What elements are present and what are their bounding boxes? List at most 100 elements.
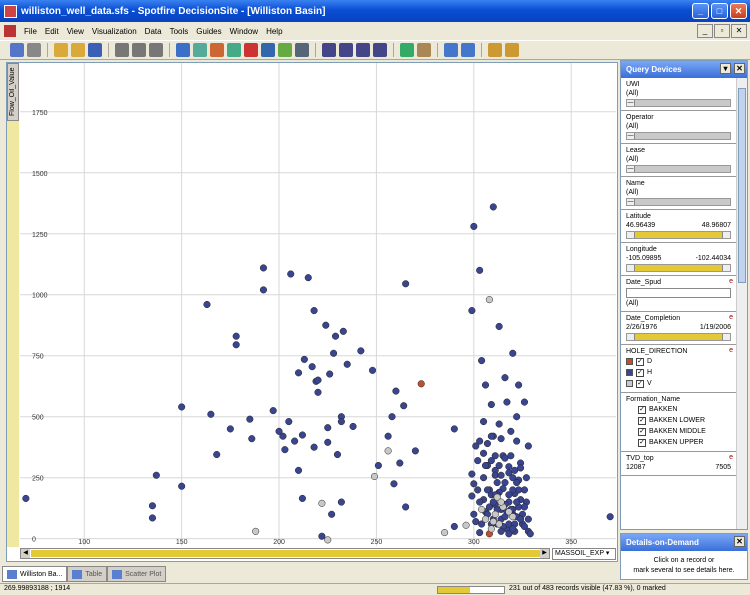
query-panel-scrollbar[interactable] xyxy=(736,78,747,529)
tab-williston-basin[interactable]: Williston Ba... xyxy=(2,566,68,582)
query-device-hole-direction[interactable]: HOLE_DIRECTION e ✓ D ✓ H ✓ V xyxy=(621,345,736,393)
data-point-h[interactable] xyxy=(324,438,332,446)
document-icon[interactable] xyxy=(4,25,16,37)
bag1-icon[interactable] xyxy=(488,43,502,57)
chart-icon[interactable] xyxy=(444,43,458,57)
query-device-date-spud[interactable]: Date_Spud e (All) xyxy=(621,276,736,312)
heatmap-icon[interactable] xyxy=(278,43,292,57)
data-point-h[interactable] xyxy=(178,482,186,490)
data-point-h[interactable] xyxy=(333,450,342,459)
data-point-h[interactable] xyxy=(390,480,398,488)
query-device-lease[interactable]: Lease (All) — xyxy=(621,144,736,177)
data-point-h[interactable] xyxy=(481,461,490,470)
data-point-h[interactable] xyxy=(207,410,215,418)
data-point-h[interactable] xyxy=(520,522,529,531)
data-point-h[interactable] xyxy=(324,424,332,432)
close-button[interactable]: ✕ xyxy=(730,3,747,19)
data-point-v[interactable] xyxy=(491,510,499,518)
profile-icon[interactable] xyxy=(261,43,275,57)
data-point-h[interactable] xyxy=(513,413,521,421)
data-point-h[interactable] xyxy=(178,403,186,411)
minimize-button[interactable]: _ xyxy=(692,3,709,19)
data-point-h[interactable] xyxy=(285,418,293,426)
data-point-h[interactable] xyxy=(507,427,515,435)
device-menu-button[interactable]: e xyxy=(729,454,733,461)
data-point-h[interactable] xyxy=(497,471,505,479)
range-slider[interactable] xyxy=(626,264,731,272)
formation-bakken-lower[interactable]: ✓ BAKKEN LOWER xyxy=(626,415,731,426)
paste-icon[interactable] xyxy=(149,43,163,57)
device-menu-button[interactable]: e xyxy=(729,278,733,285)
checkbox[interactable]: ✓ xyxy=(636,368,644,377)
data-point-h[interactable] xyxy=(520,398,529,406)
item-slider[interactable]: — xyxy=(626,198,731,206)
x-axis-scrollbar[interactable]: ◀ ▶ xyxy=(20,548,550,559)
data-point-h[interactable] xyxy=(487,432,495,440)
menu-view[interactable]: View xyxy=(63,27,88,36)
data-point-h[interactable] xyxy=(310,443,318,451)
data-point-h[interactable] xyxy=(507,452,515,460)
data-point-h[interactable] xyxy=(503,398,511,406)
data-point-v[interactable] xyxy=(252,527,260,535)
data-point-h[interactable] xyxy=(450,522,458,531)
scroll-left-button[interactable]: ◀ xyxy=(21,549,30,558)
data-point-h[interactable] xyxy=(287,270,295,278)
bag2-icon[interactable] xyxy=(505,43,519,57)
data-point-h[interactable] xyxy=(402,280,410,288)
data-point-h[interactable] xyxy=(203,300,211,309)
checkbox[interactable]: ✓ xyxy=(636,357,644,366)
data-point-h[interactable] xyxy=(606,513,614,521)
data-point-v[interactable] xyxy=(478,505,486,513)
data-point-h[interactable] xyxy=(322,321,330,329)
data-point-h[interactable] xyxy=(505,491,513,499)
data-point-h[interactable] xyxy=(483,439,492,448)
scrollbar-thumb[interactable] xyxy=(738,88,746,283)
data-point-h[interactable] xyxy=(337,498,345,506)
item-slider[interactable]: — xyxy=(626,165,731,173)
data-point-v[interactable] xyxy=(462,521,470,529)
item-slider[interactable]: — xyxy=(626,99,731,107)
data-point-h[interactable] xyxy=(513,437,521,445)
data-point-h[interactable] xyxy=(489,203,497,211)
checkbox[interactable]: ✓ xyxy=(638,416,646,425)
data-point-h[interactable] xyxy=(384,432,392,440)
data-point-h[interactable] xyxy=(246,415,254,423)
copy-icon[interactable] xyxy=(132,43,146,57)
data-point-h[interactable] xyxy=(509,349,517,357)
slider-handle-right[interactable] xyxy=(722,334,730,340)
data-point-h[interactable] xyxy=(388,413,396,421)
data-point-h[interactable] xyxy=(468,307,476,315)
range-slider[interactable] xyxy=(626,231,731,239)
data-point-h[interactable] xyxy=(476,266,484,274)
menu-data[interactable]: Data xyxy=(141,27,166,36)
data-point-h[interactable] xyxy=(476,529,484,537)
data-point-h[interactable] xyxy=(515,381,523,389)
scroll-right-button[interactable]: ▶ xyxy=(540,549,549,558)
data-point-v[interactable] xyxy=(481,515,490,523)
data-point-h[interactable] xyxy=(476,437,484,445)
data-point-h[interactable] xyxy=(470,510,478,518)
data-point-h[interactable] xyxy=(400,402,408,410)
checkbox[interactable]: ✓ xyxy=(638,405,646,414)
line-icon[interactable] xyxy=(244,43,258,57)
menu-help[interactable]: Help xyxy=(262,27,286,36)
slider-handle-left[interactable] xyxy=(627,334,635,340)
query-device-operator[interactable]: Operator (All) — xyxy=(621,111,736,144)
data-point-h[interactable] xyxy=(402,503,410,511)
data-point-h[interactable] xyxy=(481,381,490,389)
data-point-h[interactable] xyxy=(298,494,306,502)
y-axis-scrollbar[interactable] xyxy=(7,63,19,547)
data-point-h[interactable] xyxy=(526,530,534,538)
data-point-h[interactable] xyxy=(517,464,525,472)
chart2-icon[interactable] xyxy=(461,43,475,57)
data-point-h[interactable] xyxy=(392,387,400,395)
query-device-tvd-top[interactable]: TVD_top e 12087 7505 xyxy=(621,452,736,476)
data-point-h[interactable] xyxy=(509,525,517,533)
data-point-h[interactable] xyxy=(491,452,499,460)
data-point-h[interactable] xyxy=(22,494,30,502)
data-point-h[interactable] xyxy=(474,486,482,494)
data-point-h[interactable] xyxy=(339,327,347,335)
hole-direction-v[interactable]: ✓ V xyxy=(626,378,731,389)
data-point-h[interactable] xyxy=(520,503,529,511)
data-point-h[interactable] xyxy=(232,341,240,349)
